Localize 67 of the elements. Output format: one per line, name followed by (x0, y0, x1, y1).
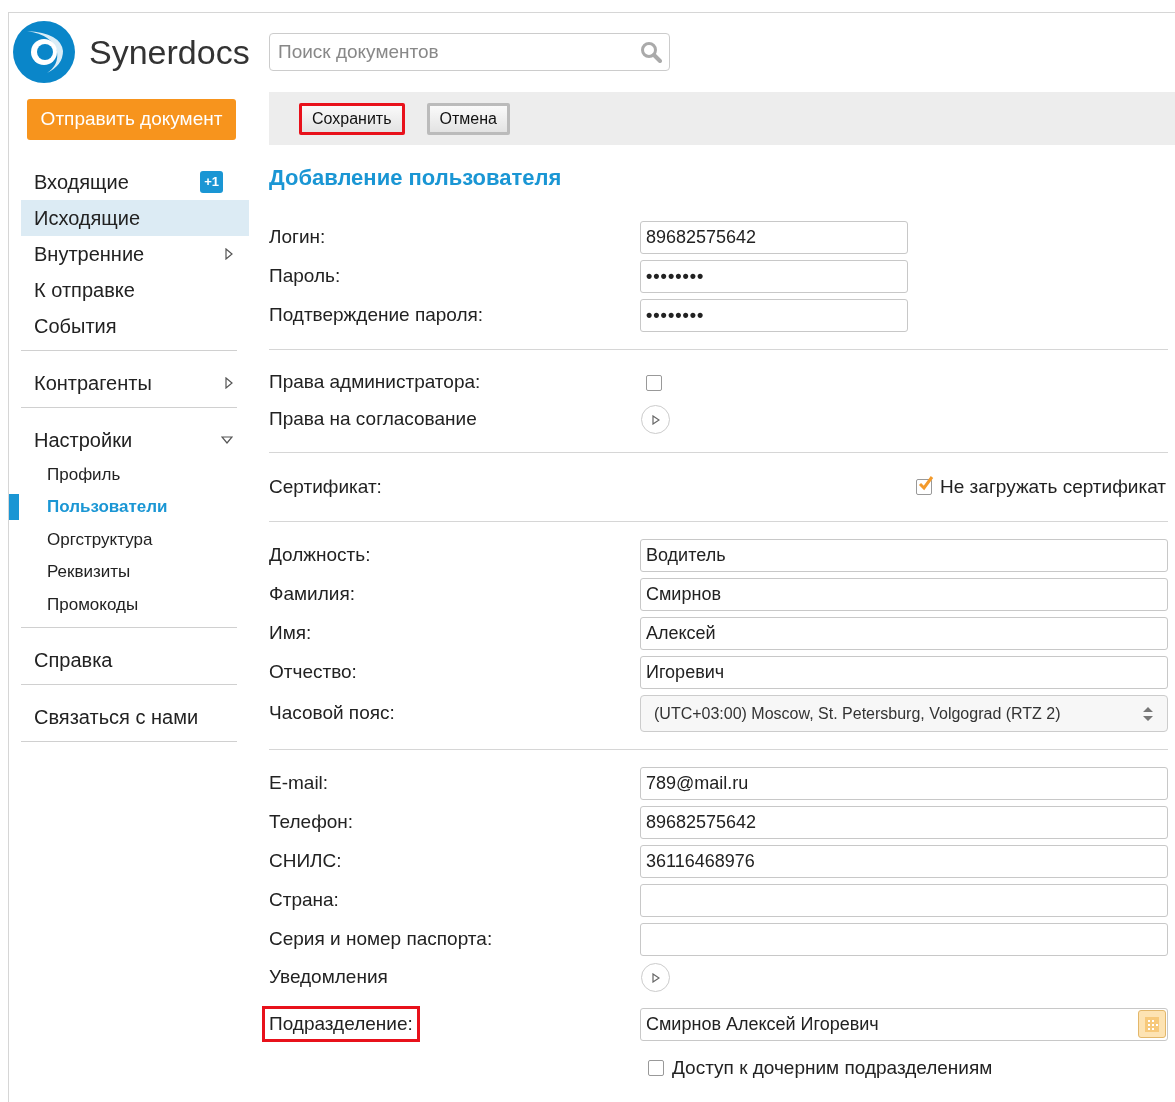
input-field[interactable]: 89682575642 (640, 806, 1168, 839)
count-badge: +1 (200, 171, 223, 193)
sidebar-item[interactable]: События (21, 308, 249, 344)
input-field[interactable]: •••••••• (640, 299, 908, 332)
field-label: E-mail: (268, 771, 330, 796)
field-label: Пароль: (268, 264, 342, 289)
sidebar-item[interactable]: Справка (21, 641, 249, 678)
field-label: Права на согласование (268, 407, 478, 432)
sidebar-item[interactable]: К отправке (21, 272, 249, 308)
field-label: Должность: (268, 543, 372, 568)
input-field[interactable]: 789@mail.ru (640, 767, 1168, 800)
timezone-select[interactable]: (UTC+03:00) Moscow, St. Petersburg, Volgograd (RTZ 2) (640, 695, 1168, 732)
logo-icon (13, 21, 75, 83)
field-label: Страна: (268, 888, 340, 913)
field-label: Серия и номер паспорта: (268, 927, 494, 952)
checkbox[interactable] (646, 374, 662, 391)
input-field[interactable]: Смирнов Алексей Игоревич (640, 1007, 1168, 1041)
sidebar-item[interactable]: Связаться с нами (21, 698, 249, 735)
field-label: Сертификат: (268, 474, 383, 499)
active-marker (9, 493, 19, 520)
expand-icon[interactable] (225, 377, 233, 389)
building-icon (1144, 1015, 1160, 1033)
field-label: Логин: (268, 225, 327, 250)
sidebar-item[interactable]: Контрагенты (21, 365, 249, 401)
input-field[interactable]: •••••••• (640, 260, 908, 293)
field-label: Права администратора: (268, 370, 482, 395)
field-label: Фамилия: (268, 582, 356, 607)
checkbox[interactable] (648, 1060, 664, 1076)
sidebar-item[interactable]: Внутренние (21, 236, 249, 272)
field-label: Телефон: (268, 810, 355, 835)
search-field[interactable]: Поиск документов (269, 33, 670, 71)
org-structure-button[interactable] (1138, 1010, 1166, 1038)
sidebar-subitem[interactable]: Реквизиты (47, 559, 131, 585)
sidebar-item[interactable]: Настройки (21, 422, 249, 458)
triangle-icon (651, 414, 660, 425)
sort-arrows-icon (1143, 706, 1153, 721)
checkbox[interactable] (916, 479, 933, 495)
logo-text: Synerdocs (89, 31, 250, 73)
field-label: Имя: (268, 621, 313, 646)
search-icon[interactable] (640, 41, 662, 63)
sidebar-subitem[interactable]: Оргструктура (47, 526, 153, 552)
input-field[interactable]: Игоревич (640, 656, 1168, 689)
toolbar-button[interactable]: Сохранить (299, 102, 405, 135)
expand-icon[interactable] (225, 248, 233, 260)
form-title: Добавление пользователя (269, 164, 563, 192)
input-field[interactable]: Смирнов (640, 578, 1168, 611)
field-label: Подразделение: (262, 1005, 420, 1043)
input-field[interactable]: 36116468976 (640, 845, 1168, 878)
expand-icon[interactable] (221, 436, 233, 444)
field-label: Часовой пояс: (268, 701, 396, 726)
checkbox-label: Доступ к дочерним подразделениям (672, 1055, 993, 1080)
input-field[interactable] (640, 884, 1168, 917)
input-field[interactable]: Алексей (640, 617, 1168, 650)
triangle-icon (651, 972, 660, 983)
field-label: СНИЛС: (268, 849, 343, 874)
sidebar-subitem[interactable]: Промокоды (47, 591, 139, 617)
sidebar-item[interactable]: Входящие +1 (21, 164, 249, 200)
checkbox-label: Не загружать сертификат (940, 474, 1166, 499)
sidebar-subitem[interactable]: Профиль (47, 461, 121, 487)
input-field[interactable]: 89682575642 (640, 221, 908, 254)
input-field[interactable]: Водитель (640, 539, 1168, 572)
field-label: Подтверждение пароля: (268, 303, 485, 328)
field-label: Уведомления (268, 965, 389, 990)
toolbar-button[interactable]: Отмена (426, 102, 510, 135)
sidebar-item[interactable]: Исходящие (21, 200, 249, 236)
field-label: Отчество: (268, 660, 358, 685)
input-field[interactable] (640, 923, 1168, 956)
